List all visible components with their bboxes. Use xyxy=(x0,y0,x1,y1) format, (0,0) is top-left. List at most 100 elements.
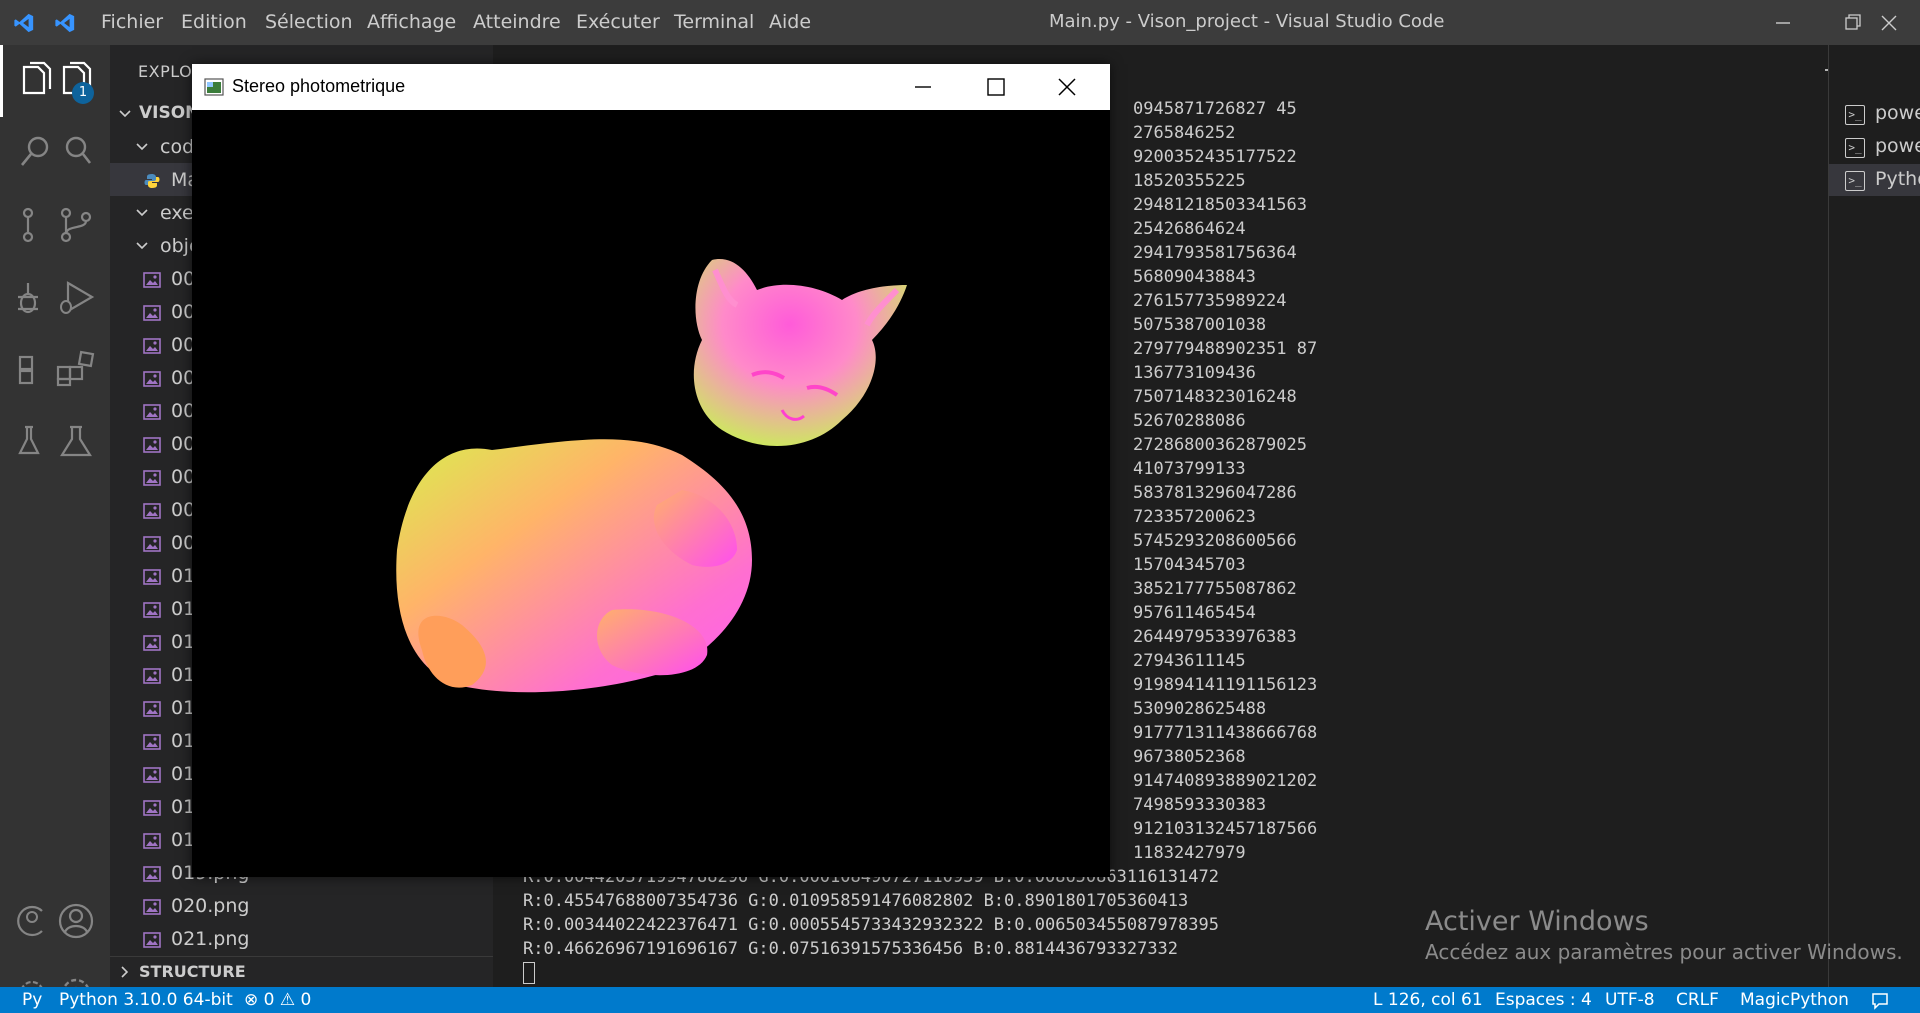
opencv-window-title: Stereo photometrique xyxy=(232,76,406,96)
language-mode[interactable]: MagicPython xyxy=(1740,990,1849,1010)
chevron-down-icon xyxy=(119,110,131,118)
cursor-position[interactable]: L 126, col 61 xyxy=(1373,990,1483,1010)
terminal-tab-powershell[interactable]: >_ powe xyxy=(1829,98,1920,130)
structure-section[interactable]: STRUCTURE xyxy=(110,956,493,987)
encoding[interactable]: UTF-8 xyxy=(1605,990,1655,1010)
run-debug-icon[interactable] xyxy=(12,275,52,319)
image-file-icon xyxy=(143,899,161,915)
title-bar: Fichier Edition Sélection Affichage Atte… xyxy=(0,0,1920,45)
file-item[interactable]: 021.png xyxy=(110,922,493,955)
indentation[interactable]: Espaces : 4 xyxy=(1495,990,1592,1010)
run-debug-icon[interactable] xyxy=(54,275,98,319)
image-file-icon xyxy=(143,503,161,519)
terminal-icon: >_ xyxy=(1845,171,1865,191)
window-title: Main.py - Vison_project - Visual Studio … xyxy=(1049,11,1445,32)
warning-count: 0 xyxy=(300,990,312,1010)
cat-normal-map-image xyxy=(396,259,907,693)
terminal-icon: >_ xyxy=(1845,105,1865,125)
terminal-line: R:0.00344022422376471 G:0.00055457334329… xyxy=(523,915,1219,935)
python-interpreter[interactable]: Python 3.10.0 64-bit xyxy=(59,990,233,1010)
opencv-window[interactable]: Stereo photometrique xyxy=(192,64,1110,877)
chevron-down-icon xyxy=(136,209,148,217)
image-file-icon xyxy=(143,701,161,717)
menu-atteindre[interactable]: Atteindre xyxy=(473,11,561,33)
accounts-icon[interactable] xyxy=(54,899,98,943)
warning-icon: ⚠ xyxy=(279,990,296,1010)
image-file-icon xyxy=(143,602,161,618)
project-name: VISON xyxy=(139,103,200,123)
window-app-icon xyxy=(204,78,224,96)
source-control-icon[interactable] xyxy=(12,203,52,247)
file-label: 020.png xyxy=(171,895,250,917)
opencv-title-bar[interactable]: Stereo photometrique xyxy=(192,64,1110,110)
menu-terminal[interactable]: Terminal xyxy=(674,11,754,33)
image-file-icon xyxy=(143,668,161,684)
active-indicator xyxy=(0,45,3,117)
accounts-icon[interactable] xyxy=(12,899,52,943)
image-file-icon xyxy=(143,305,161,321)
image-file-icon xyxy=(143,536,161,552)
chevron-down-icon xyxy=(136,242,148,250)
menu-executer[interactable]: Exécuter xyxy=(576,11,660,33)
problems-indicator[interactable]: ⊗ 0 ⚠ 0 xyxy=(244,990,311,1010)
minimize-icon[interactable] xyxy=(1752,0,1814,45)
testing-icon[interactable] xyxy=(12,419,52,463)
explorer-icon[interactable] xyxy=(16,59,60,103)
image-file-icon xyxy=(143,470,161,486)
terminal-tab-label: Pytho xyxy=(1875,168,1920,190)
image-file-icon xyxy=(143,800,161,816)
normal-map-canvas[interactable] xyxy=(192,110,1110,877)
image-file-icon xyxy=(143,635,161,651)
menu-affichage[interactable]: Affichage xyxy=(367,11,456,33)
watermark-title: Activer Windows xyxy=(1425,906,1649,937)
vscode-logo-icon xyxy=(55,13,75,33)
menu-fichier[interactable]: Fichier xyxy=(101,11,163,33)
menu-edition[interactable]: Edition xyxy=(181,11,247,33)
minimize-icon[interactable] xyxy=(912,76,934,98)
image-file-icon xyxy=(143,569,161,585)
terminal-tab-label: powe xyxy=(1875,102,1920,124)
folder-label: exe xyxy=(160,202,194,224)
file-label: 021.png xyxy=(171,928,250,950)
image-file-icon xyxy=(143,371,161,387)
image-file-icon xyxy=(143,437,161,453)
maximize-icon[interactable] xyxy=(985,76,1007,98)
image-file-icon xyxy=(143,272,161,288)
close-icon[interactable] xyxy=(1858,0,1920,45)
vscode-logo-icon xyxy=(14,13,34,33)
file-item[interactable]: 020.png xyxy=(110,889,493,922)
error-icon: ⊗ xyxy=(244,990,259,1010)
terminal-line: R:0.45547688007354736 G:0.01095859147608… xyxy=(523,891,1189,911)
terminal-line: R:0.46626967191696167 G:0.07516391575336… xyxy=(523,939,1179,959)
menu-aide[interactable]: Aide xyxy=(769,11,811,33)
remote-indicator[interactable]: Py xyxy=(22,990,42,1010)
error-count: 0 xyxy=(263,990,275,1010)
menu-selection[interactable]: Sélection xyxy=(265,11,353,33)
chevron-right-icon xyxy=(121,966,129,978)
close-icon[interactable] xyxy=(1056,76,1078,98)
testing-icon[interactable] xyxy=(54,419,98,463)
terminal-icon: >_ xyxy=(1845,138,1865,158)
folder-label: cod xyxy=(160,136,195,158)
activity-bar: 1 1 xyxy=(0,45,110,1013)
activate-windows-watermark: Activer Windows Accédez aux paramètres p… xyxy=(1425,906,1903,964)
source-control-icon[interactable] xyxy=(54,203,98,247)
chevron-down-icon xyxy=(136,143,148,151)
terminal-tab-powershell[interactable]: >_ powe xyxy=(1829,131,1920,163)
search-icon[interactable] xyxy=(54,131,94,171)
extensions-icon[interactable] xyxy=(12,347,52,391)
image-file-icon xyxy=(143,866,161,882)
extensions-icon[interactable] xyxy=(54,347,98,391)
python-file-icon xyxy=(144,174,160,188)
watermark-subtitle: Accédez aux paramètres pour activer Wind… xyxy=(1425,940,1903,964)
end-of-line[interactable]: CRLF xyxy=(1676,990,1719,1010)
terminal-cursor xyxy=(523,962,535,984)
terminal-tab-python[interactable]: >_ Pytho xyxy=(1829,164,1920,196)
structure-label: STRUCTURE xyxy=(139,962,246,981)
terminal-tabs-list: >_powe >_powe >_Pytho xyxy=(1828,45,1920,987)
image-file-icon xyxy=(143,833,161,849)
feedback-icon[interactable] xyxy=(1870,991,1890,1011)
image-file-icon xyxy=(143,932,161,948)
search-icon[interactable] xyxy=(14,131,54,171)
image-file-icon xyxy=(143,734,161,750)
